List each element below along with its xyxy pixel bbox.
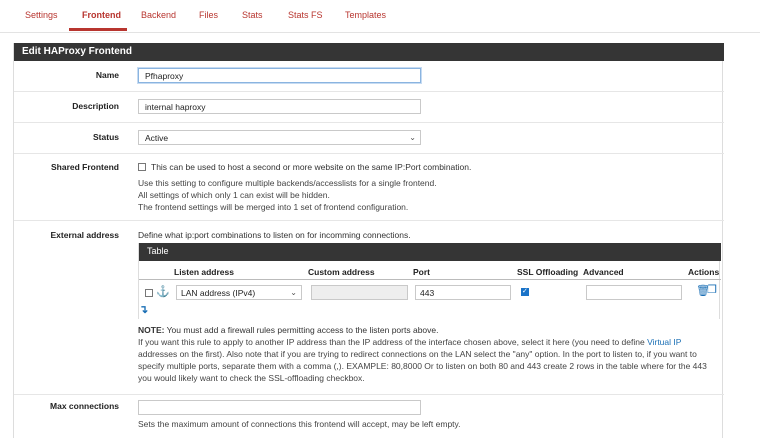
max-connections-help: Sets the maximum amount of connections t… — [138, 419, 461, 429]
description-label: Description — [72, 101, 119, 111]
tab-settings[interactable]: Settings — [25, 10, 58, 20]
col-port: Port — [413, 267, 430, 277]
shared-frontend-label: Shared Frontend — [50, 162, 119, 172]
col-ssl-offloading: SSL Offloading — [517, 267, 579, 277]
name-label: Name — [95, 70, 119, 80]
edit-frontend-panel: Edit HAProxy Frontend Name Pfhaproxy Des… — [13, 43, 724, 438]
name-input[interactable]: Pfhaproxy — [138, 68, 421, 83]
tab-stats[interactable]: Stats — [242, 10, 263, 20]
max-connections-row: Max connections Sets the maximum amount … — [14, 395, 724, 438]
status-select-value: Active — [145, 133, 169, 143]
row-select-checkbox[interactable] — [145, 289, 153, 297]
active-tab-indicator — [69, 28, 127, 31]
note-p2: addresses on the first). Also note that … — [138, 349, 697, 359]
note-p1-text: If you want this rule to apply to anothe… — [138, 337, 645, 347]
status-label: Status — [93, 132, 119, 142]
shared-frontend-row: Shared Frontend This can be used to host… — [14, 154, 724, 221]
tab-stats-fs[interactable]: Stats FS — [288, 10, 323, 20]
note-line: NOTE: You must add a firewall rules perm… — [138, 325, 439, 335]
note-p3: specify multiple ports, separate them wi… — [138, 361, 707, 371]
tab-templates[interactable]: Templates — [345, 10, 386, 20]
anchor-icon[interactable]: ⚓ — [156, 285, 170, 298]
note-text: You must add a firewall rules permitting… — [164, 325, 439, 335]
listen-table: Table Listen address Custom address Port… — [138, 243, 721, 319]
advanced-input[interactable] — [586, 285, 682, 300]
virtual-ip-link[interactable]: Virtual IP — [647, 337, 681, 347]
description-input[interactable]: internal haproxy — [138, 99, 421, 114]
status-row: Status Active ⌄ — [14, 123, 724, 154]
description-row: Description internal haproxy — [14, 92, 724, 123]
table-header-divider — [139, 279, 721, 280]
status-select[interactable]: Active ⌄ — [138, 130, 421, 145]
shared-help-3: The frontend settings will be merged int… — [138, 202, 409, 212]
tab-bar: Settings Frontend Backend Files Stats St… — [0, 0, 760, 33]
tab-frontend[interactable]: Frontend — [82, 10, 121, 20]
ssl-offloading-checkbox[interactable] — [521, 287, 529, 296]
col-advanced: Advanced — [583, 267, 624, 277]
note-bold: NOTE: — [138, 325, 165, 335]
move-row-icon[interactable]: ↴ — [139, 303, 148, 316]
custom-address-input[interactable] — [311, 285, 408, 300]
chevron-down-icon: ⌄ — [409, 133, 416, 142]
tab-files[interactable]: Files — [199, 10, 218, 20]
external-address-label: External address — [50, 230, 119, 240]
listen-address-select[interactable]: LAN address (IPv4) ⌄ — [176, 285, 302, 300]
max-connections-input[interactable] — [138, 400, 421, 415]
shared-help-1: Use this setting to configure multiple b… — [138, 178, 437, 188]
max-connections-label: Max connections — [50, 401, 119, 411]
duplicate-icon[interactable]: ❐ — [707, 283, 717, 296]
note-p1: If you want this rule to apply to anothe… — [138, 337, 681, 347]
tab-backend[interactable]: Backend — [141, 10, 176, 20]
listen-address-value: LAN address (IPv4) — [181, 288, 256, 298]
table-title: Table — [139, 243, 721, 261]
shared-help-2: All settings of which only 1 can exist w… — [138, 190, 330, 200]
col-listen-address: Listen address — [174, 267, 234, 277]
shared-frontend-checkbox[interactable] — [138, 163, 146, 171]
shared-frontend-checkbox-text: This can be used to host a second or mor… — [151, 162, 472, 172]
chevron-down-icon: ⌄ — [290, 288, 297, 297]
col-custom-address: Custom address — [308, 267, 375, 277]
note-p4: you would likely want to check the SSL-o… — [138, 373, 365, 383]
col-actions: Actions — [688, 267, 720, 277]
port-input[interactable]: 443 — [415, 285, 511, 300]
name-row: Name Pfhaproxy — [14, 61, 724, 92]
panel-title: Edit HAProxy Frontend — [14, 43, 724, 61]
external-address-intro: Define what ip:port combinations to list… — [138, 230, 411, 240]
